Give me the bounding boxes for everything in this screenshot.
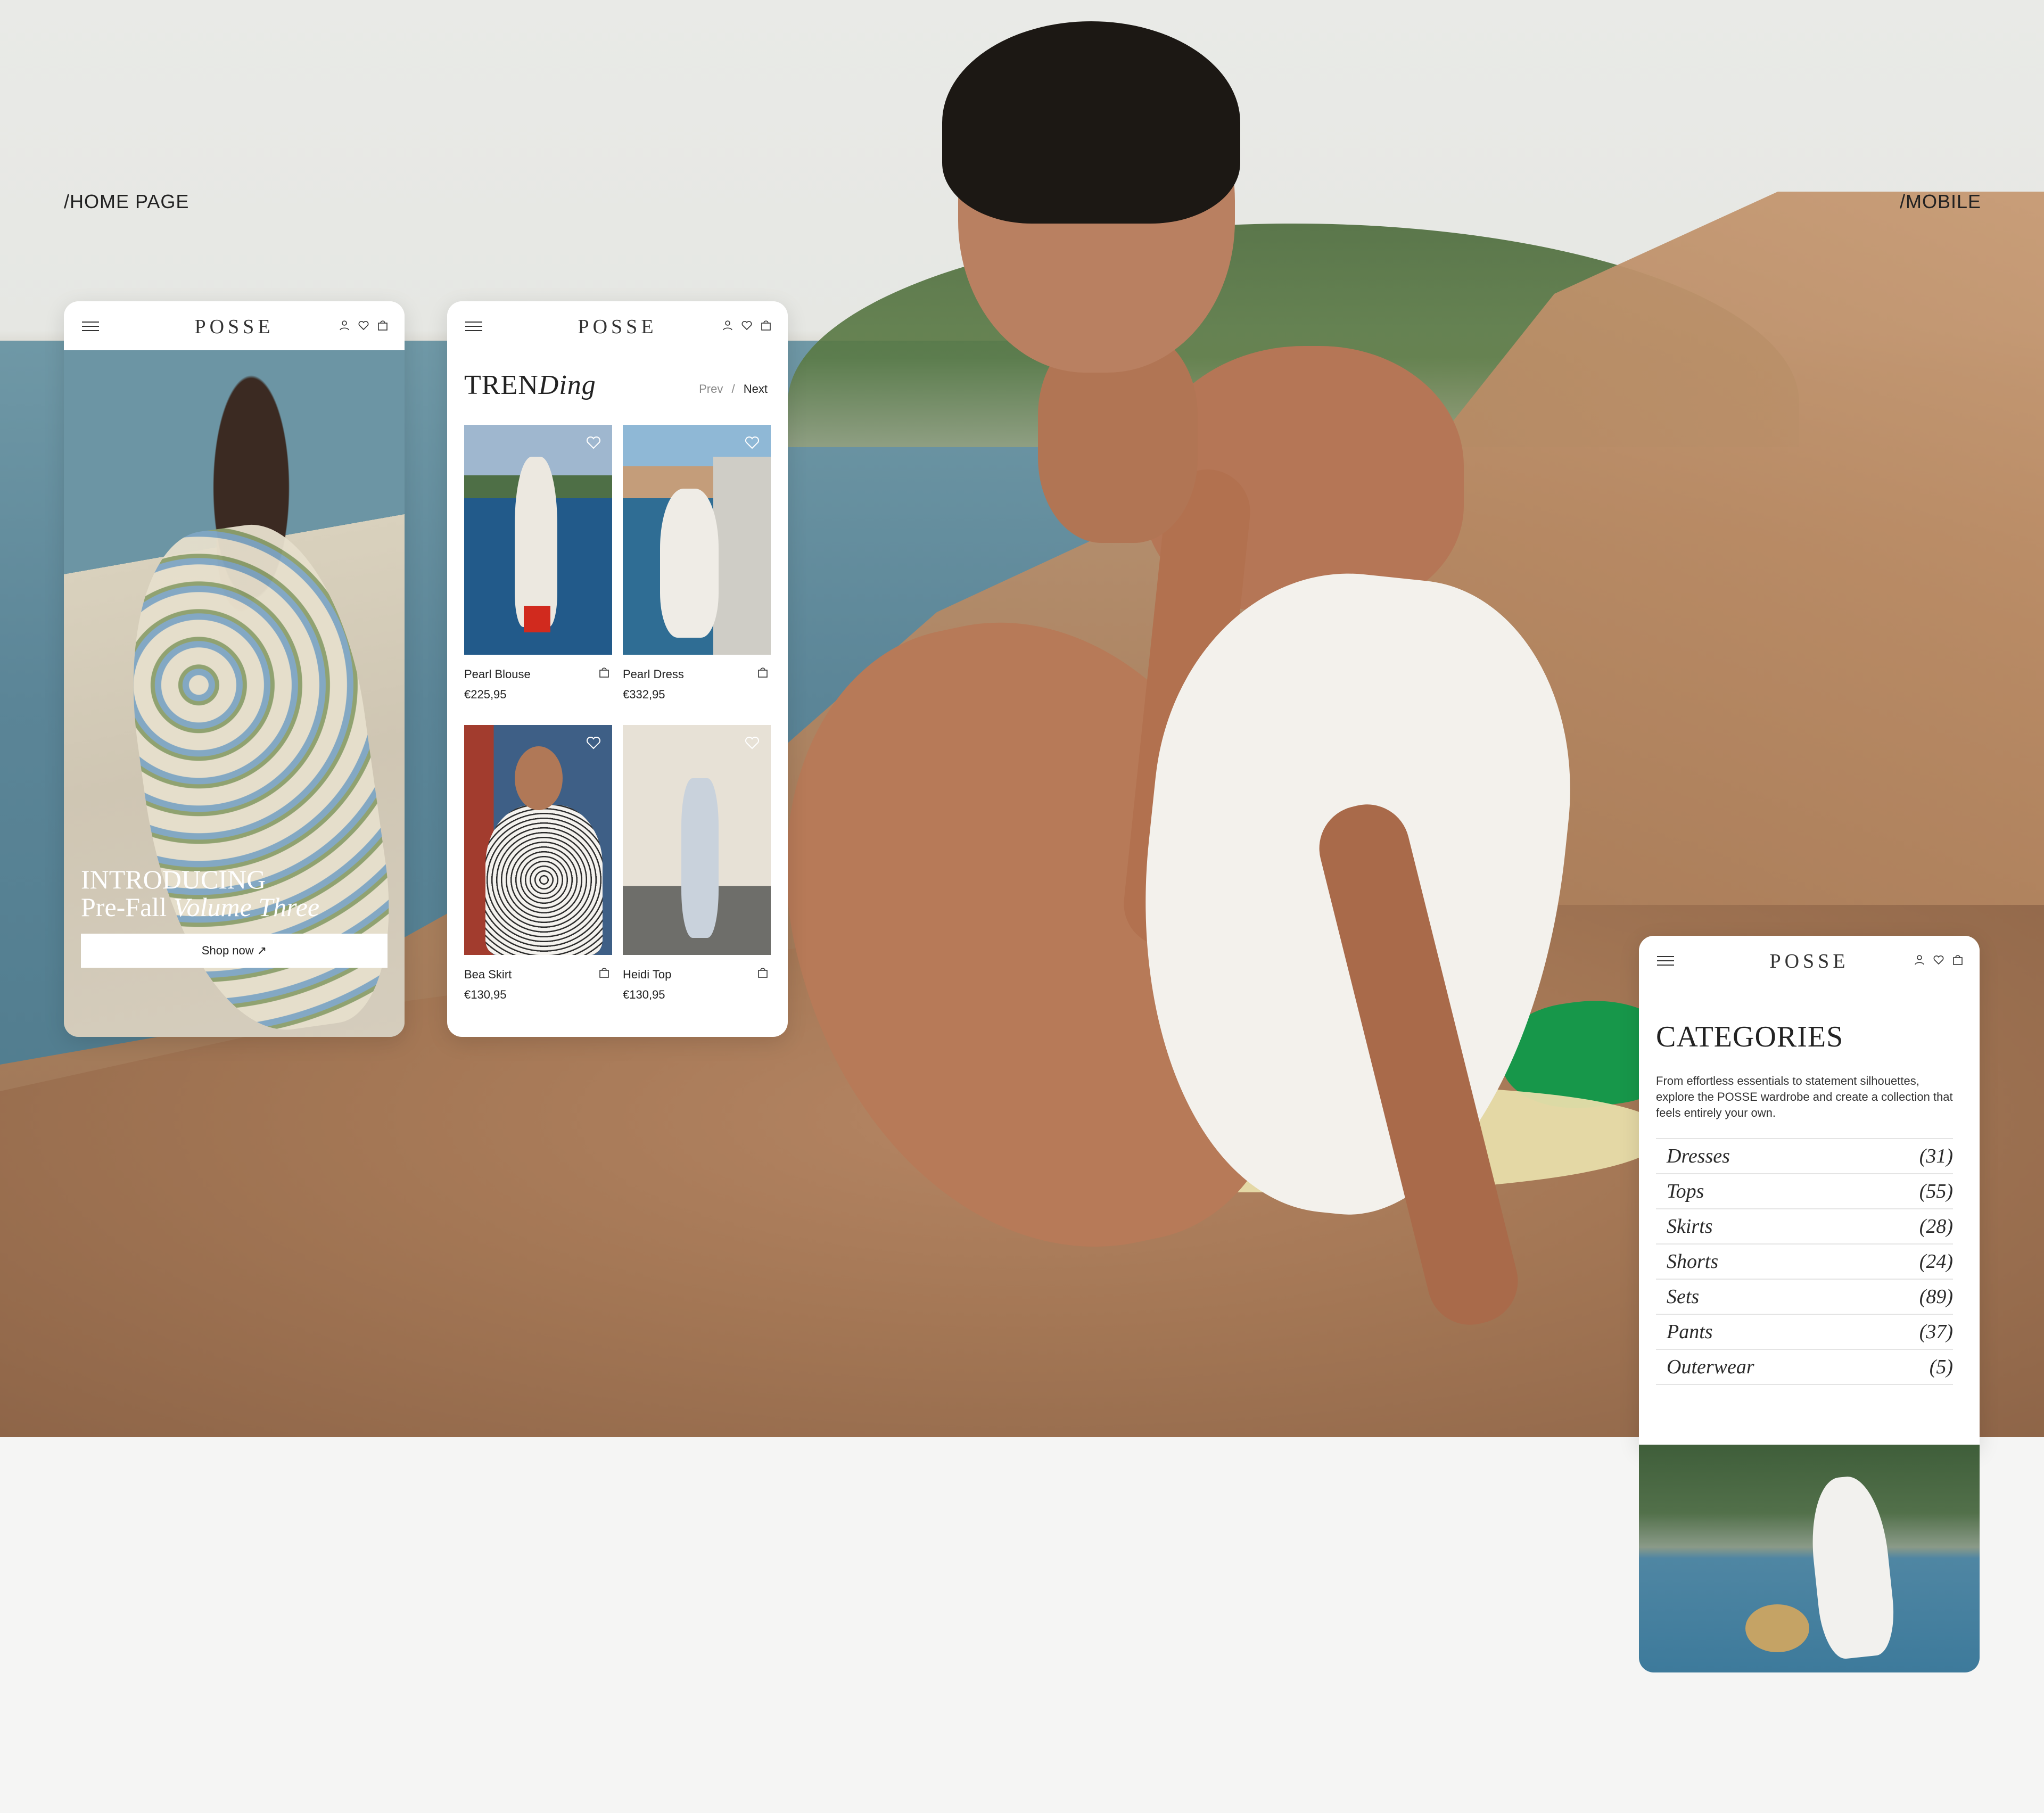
product-card[interactable]: Pearl Dress €332,95 [623,425,771,702]
hero-line-2-plain: Pre-Fall [81,892,174,922]
pager: Prev / Next [699,382,768,396]
heart-icon[interactable] [1933,954,1944,966]
category-count: (31) [1919,1145,1953,1167]
bag-icon[interactable] [377,319,389,331]
trending-phone-card: POSSE TRENDing Prev / Next Pearl Blouse … [447,301,788,1037]
walking-model [1805,1473,1899,1661]
add-to-bag-icon[interactable] [598,967,610,978]
prev-link[interactable]: Prev [699,382,723,395]
category-count: (24) [1919,1250,1953,1273]
product-image[interactable] [623,425,771,655]
category-item-tops[interactable]: Tops (55) [1656,1174,1953,1209]
category-count: (28) [1919,1215,1953,1238]
trending-title-italic: Ding [538,370,596,400]
product-card[interactable]: Pearl Blouse €225,95 [464,425,612,702]
categories-description: From effortless essentials to statement … [1656,1074,1953,1119]
category-item-skirts[interactable]: Skirts (28) [1656,1209,1953,1245]
category-count: (89) [1919,1285,1953,1308]
product-card[interactable]: Bea Skirt €130,95 [464,725,612,1002]
heart-icon[interactable] [741,319,753,331]
category-name: Outerwear [1667,1356,1754,1378]
wishlist-heart-icon[interactable] [586,735,601,749]
category-name: Shorts [1667,1250,1719,1273]
categories-phone-card: POSSE CATEGORIES From effortless essenti… [1639,936,1980,1447]
category-list: Dresses (31) Tops (55) Skirts (28) Shorts (2… [1656,1138,1953,1385]
straw-bag [1745,1604,1809,1652]
product-name[interactable]: Bea Skirt [464,968,612,982]
wishlist-heart-icon[interactable] [744,434,760,449]
product-image[interactable] [623,725,771,955]
product-image[interactable] [464,725,612,955]
category-name: Skirts [1667,1215,1713,1238]
home-page-label: /HOME PAGE [64,191,189,212]
user-icon[interactable] [1914,954,1925,966]
add-to-bag-icon[interactable] [757,967,769,978]
user-icon[interactable] [339,319,350,331]
product-name[interactable]: Heidi Top [623,968,771,982]
add-to-bag-icon[interactable] [757,666,769,678]
category-name: Dresses [1667,1145,1730,1167]
hero-line-1: INTRODUCING [81,864,266,894]
bag-icon[interactable] [760,319,772,331]
bag-icon[interactable] [1952,954,1964,966]
top-nav: POSSE [447,301,788,350]
categories-banner-image[interactable] [1639,1445,1980,1672]
category-item-pants[interactable]: Pants (37) [1656,1315,1953,1350]
categories-title: CATEGORIES [1656,1020,1844,1053]
category-count: (55) [1919,1180,1953,1202]
category-name: Sets [1667,1285,1700,1308]
hero-line-2: Pre-Fall Volume Three [81,893,319,921]
product-card[interactable]: Heidi Top €130,95 [623,725,771,1002]
user-icon[interactable] [722,319,733,331]
category-item-sets[interactable]: Sets (89) [1656,1280,1953,1315]
hero-line-2-italic: Volume Three [173,892,320,922]
pager-separator: / [731,382,735,395]
product-price: €130,95 [623,988,665,1001]
wishlist-heart-icon[interactable] [744,735,760,749]
product-name[interactable]: Pearl Blouse [464,667,612,681]
product-image[interactable] [464,425,612,655]
category-item-dresses[interactable]: Dresses (31) [1656,1139,1953,1174]
category-item-shorts[interactable]: Shorts (24) [1656,1245,1953,1280]
top-nav: POSSE [1639,936,1980,985]
top-nav: POSSE [64,301,405,350]
hero-title: INTRODUCING Pre-Fall Volume Three [81,866,319,921]
category-count: (37) [1919,1321,1953,1343]
product-price: €332,95 [623,688,665,701]
category-count: (5) [1929,1356,1953,1378]
model-hair [942,21,1240,224]
product-price: €130,95 [464,988,507,1001]
heart-icon[interactable] [358,319,369,331]
trending-title-plain: TREN [464,370,539,400]
category-name: Pants [1667,1321,1713,1343]
shop-now-button[interactable]: Shop now ↗ [81,934,388,968]
add-to-bag-icon[interactable] [598,666,610,678]
wishlist-heart-icon[interactable] [586,434,601,449]
category-item-outerwear[interactable]: Outerwear (5) [1656,1350,1953,1385]
home-phone-card: POSSE INTRODUCING Pre-Fall Volume Three … [64,301,405,1037]
next-link[interactable]: Next [744,382,768,395]
trending-title: TRENDing [464,369,596,401]
product-price: €225,95 [464,688,507,701]
category-name: Tops [1667,1180,1704,1202]
product-name[interactable]: Pearl Dress [623,667,771,681]
mobile-label: /MOBILE [1899,191,1981,212]
